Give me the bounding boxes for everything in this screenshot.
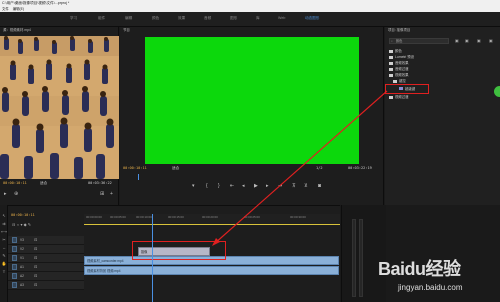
meter-left — [352, 219, 356, 297]
watermark: Baidu经验 jingyan.baidu.com — [378, 255, 498, 300]
meter-right — [359, 219, 363, 297]
watermark-url: jingyan.baidu.com — [398, 283, 463, 292]
watermark-logo: Baidu经验 — [378, 259, 461, 279]
